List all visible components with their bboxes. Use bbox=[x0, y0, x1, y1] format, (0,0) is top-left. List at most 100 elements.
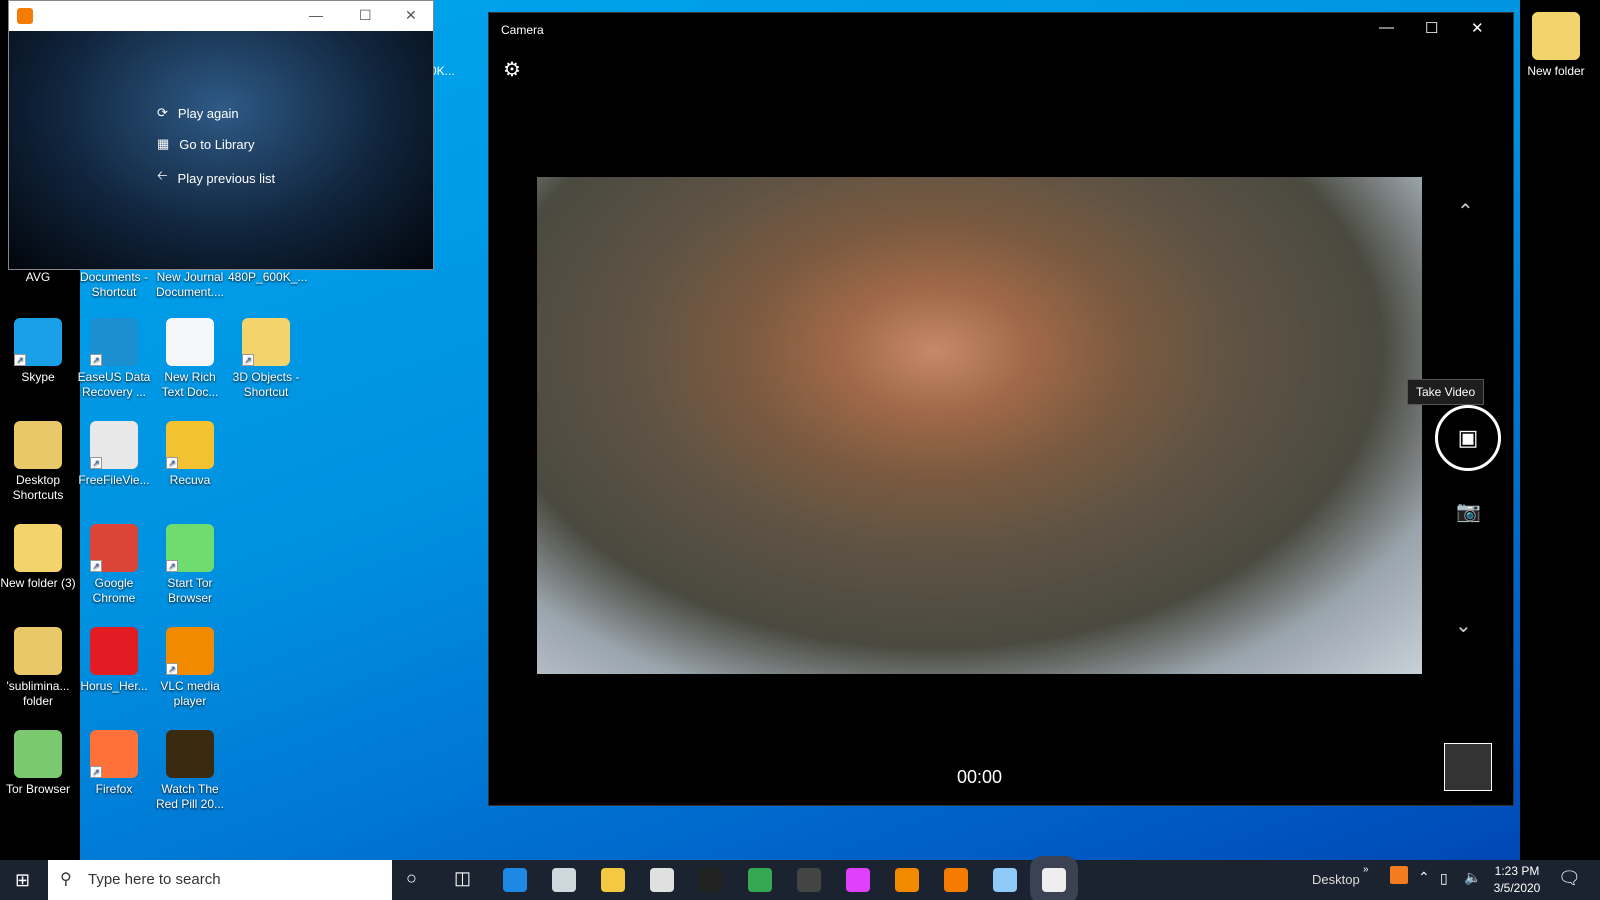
shortcut-arrow-icon: ↗ bbox=[166, 457, 178, 469]
shortcut-arrow-icon: ↗ bbox=[90, 766, 102, 778]
taskbar-edge-icon[interactable] bbox=[503, 868, 527, 892]
desktop-icon[interactable]: Desktop Shortcuts bbox=[0, 421, 76, 503]
take-photo-button[interactable]: 📷 bbox=[1456, 499, 1481, 524]
taskbar-app-circle-icon[interactable] bbox=[797, 868, 821, 892]
taskbar-tripadvisor-icon[interactable] bbox=[748, 868, 772, 892]
desktop-icon[interactable]: Tor Browser bbox=[0, 730, 76, 797]
folder-icon bbox=[1532, 12, 1580, 60]
taskbar-store-icon[interactable] bbox=[552, 868, 576, 892]
settings-gear-icon[interactable]: ⚙ bbox=[503, 57, 521, 82]
shortcut-arrow-icon: ↗ bbox=[242, 354, 254, 366]
app-icon: ↗ bbox=[242, 318, 290, 366]
search-box[interactable]: ⚲ Type here to search bbox=[48, 860, 392, 900]
desktop-icon[interactable]: 480P_600K_... bbox=[228, 270, 308, 285]
go-to-library-link[interactable]: ▦ Go to Library bbox=[157, 136, 254, 152]
desktop-icon[interactable]: Documents - Shortcut bbox=[76, 270, 152, 300]
icon-label: Desktop Shortcuts bbox=[12, 473, 64, 502]
icon-label: Start Tor Browser bbox=[167, 576, 213, 605]
toolbar-expand-icon[interactable]: » bbox=[1363, 864, 1369, 875]
app-icon bbox=[90, 627, 138, 675]
icon-label: Tor Browser bbox=[5, 782, 70, 796]
battery-icon[interactable]: ▯ bbox=[1440, 870, 1448, 887]
desktop-icon[interactable]: ↗ EaseUS Data Recovery ... bbox=[76, 318, 152, 400]
close-button[interactable]: ✕ bbox=[405, 7, 417, 24]
close-button[interactable]: ✕ bbox=[1471, 19, 1484, 37]
app-icon bbox=[14, 524, 62, 572]
taskbar-camera-icon[interactable] bbox=[1042, 868, 1066, 892]
desktop-icon[interactable]: 'sublimina... folder bbox=[0, 627, 76, 709]
chevron-up-icon[interactable]: ⌃ bbox=[1457, 199, 1474, 224]
taskbar: ⊞ ⚲ Type here to search ○ ◫ Desktop » ⌃ … bbox=[0, 860, 1600, 900]
taskbar-mail-icon[interactable] bbox=[650, 868, 674, 892]
desktop-icon[interactable]: Horus_Her... bbox=[76, 627, 152, 694]
taskbar-file-explorer-icon[interactable] bbox=[601, 868, 625, 892]
desktop-icon[interactable]: AVG bbox=[0, 270, 76, 285]
chevron-up-tray-icon[interactable]: ⌃ bbox=[1418, 869, 1430, 886]
taskbar-amazon-icon[interactable] bbox=[699, 868, 723, 892]
minimize-button[interactable]: — bbox=[309, 7, 323, 23]
shortcut-arrow-icon: ↗ bbox=[90, 560, 102, 572]
icon-label: VLC media player bbox=[160, 679, 220, 708]
maximize-button[interactable]: ☐ bbox=[1425, 19, 1438, 37]
icon-label: Documents - Shortcut bbox=[79, 270, 149, 299]
icon-label: FreeFileVie... bbox=[78, 473, 150, 487]
cortana-icon[interactable]: ○ bbox=[406, 868, 417, 889]
alert-tray-icon[interactable] bbox=[1390, 866, 1408, 884]
desktop-icon[interactable]: ↗ VLC media player bbox=[152, 627, 228, 709]
desktop-icon[interactable]: ↗ Recuva bbox=[152, 421, 228, 488]
desktop-icon[interactable]: ↗ 3D Objects - Shortcut bbox=[228, 318, 304, 400]
app-icon: ↗ bbox=[166, 421, 214, 469]
library-icon: ▦ bbox=[157, 136, 170, 151]
desktop-icon[interactable]: ↗ FreeFileVie... bbox=[76, 421, 152, 488]
desktop-icon[interactable]: Watch The Red Pill 20... bbox=[152, 730, 228, 812]
task-view-icon[interactable]: ◫ bbox=[454, 868, 471, 889]
desktop-toolbar[interactable]: Desktop bbox=[1312, 872, 1360, 887]
search-icon: ⚲ bbox=[60, 871, 72, 888]
action-center-icon[interactable]: 🗨 bbox=[1558, 868, 1581, 889]
icon-label: New Rich Text Doc... bbox=[161, 370, 219, 399]
volume-icon[interactable]: 🔈 bbox=[1464, 869, 1481, 886]
title-bar: — ☐ ✕ bbox=[9, 1, 433, 31]
desktop-icon[interactable]: ↗ Skype bbox=[0, 318, 76, 385]
shortcut-arrow-icon: ↗ bbox=[166, 663, 178, 675]
icon-label: 'sublimina... folder bbox=[6, 679, 70, 708]
app-icon bbox=[14, 627, 62, 675]
video-camera-icon: ▣ bbox=[1457, 425, 1479, 450]
windows-start-icon[interactable]: ⊞ bbox=[15, 870, 30, 891]
minimize-button[interactable]: — bbox=[1379, 19, 1394, 36]
taskbar-media-player-icon[interactable] bbox=[944, 868, 968, 892]
icon-label: Horus_Her... bbox=[80, 679, 148, 693]
desktop-icon[interactable]: ↗ Google Chrome bbox=[76, 524, 152, 606]
take-video-button[interactable]: ▣ bbox=[1435, 405, 1501, 471]
icon-label: Recuva bbox=[169, 473, 211, 487]
taskbar-vlc-icon[interactable] bbox=[895, 868, 919, 892]
taskbar-color-app-icon[interactable] bbox=[846, 868, 870, 892]
desktop-icon[interactable]: New Rich Text Doc... bbox=[152, 318, 228, 400]
desktop-icon[interactable]: New Journal Document.... bbox=[152, 270, 228, 300]
app-icon: ↗ bbox=[166, 524, 214, 572]
taskbar-paint-icon[interactable] bbox=[993, 868, 1017, 892]
icon-label: 480P_600K_... bbox=[228, 270, 308, 284]
camera-preview bbox=[537, 177, 1422, 674]
maximize-button[interactable]: ☐ bbox=[359, 7, 372, 24]
desktop-icon[interactable]: ↗ Start Tor Browser bbox=[152, 524, 228, 606]
gallery-thumbnail[interactable] bbox=[1444, 743, 1492, 791]
shortcut-arrow-icon: ↗ bbox=[166, 560, 178, 572]
media-player-logo-icon bbox=[17, 8, 33, 24]
clock[interactable]: 1:23 PM 3/5/2020 bbox=[1492, 863, 1542, 897]
icon-label: EaseUS Data Recovery ... bbox=[77, 370, 151, 399]
chevron-down-icon[interactable]: ⌄ bbox=[1455, 613, 1472, 638]
play-again-link[interactable]: ⟳ Play again bbox=[157, 105, 239, 121]
app-icon bbox=[166, 318, 214, 366]
app-icon: ↗ bbox=[90, 318, 138, 366]
replay-icon: ⟳ bbox=[157, 105, 168, 120]
desktop-icon[interactable]: New folder (3) bbox=[0, 524, 76, 591]
desktop-icon[interactable]: ↗ Firefox bbox=[76, 730, 152, 797]
play-previous-list-link[interactable]: 🡠 Play previous list bbox=[157, 167, 275, 189]
shortcut-arrow-icon: ↗ bbox=[14, 354, 26, 366]
desktop-icon-new-folder[interactable]: New folder bbox=[1518, 12, 1594, 79]
recording-timer: 00:00 bbox=[957, 767, 1003, 787]
app-icon: ↗ bbox=[14, 318, 62, 366]
shortcut-arrow-icon: ↗ bbox=[90, 457, 102, 469]
icon-label: Watch The Red Pill 20... bbox=[155, 782, 225, 811]
